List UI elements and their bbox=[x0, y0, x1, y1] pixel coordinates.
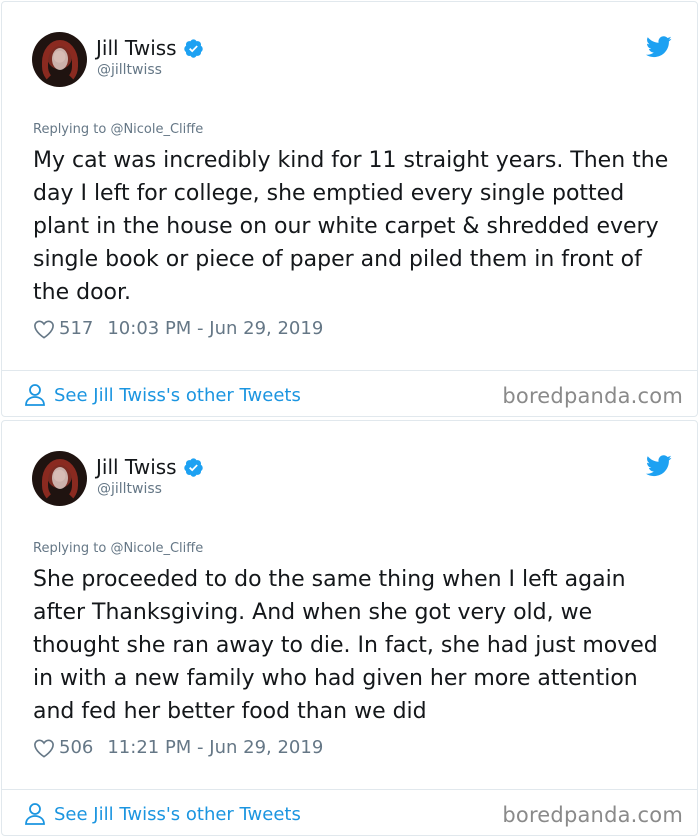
tweet-card: Jill Twiss @jilltwiss Replying to @Nicol… bbox=[1, 420, 698, 836]
replying-prefix: Replying to bbox=[33, 122, 107, 137]
replying-prefix: Replying to bbox=[33, 541, 107, 556]
author-name[interactable]: Jill Twiss bbox=[96, 36, 177, 60]
tweet-meta: 506 11:21 PM - Jun 29, 2019 bbox=[33, 737, 323, 758]
heart-icon[interactable] bbox=[33, 738, 55, 758]
tweet-footer: See Jill Twiss's other Tweets boredpanda… bbox=[2, 789, 697, 835]
verified-badge-icon bbox=[183, 38, 203, 58]
tweet-header: Jill Twiss @jilltwiss bbox=[32, 32, 672, 88]
person-icon bbox=[25, 384, 45, 406]
tweet-text: She proceeded to do the same thing when … bbox=[33, 567, 658, 724]
see-other-tweets-label[interactable]: See Jill Twiss's other Tweets bbox=[54, 804, 301, 825]
avatar[interactable] bbox=[32, 32, 87, 87]
twitter-bird-icon[interactable] bbox=[646, 36, 672, 58]
heart-icon[interactable] bbox=[33, 319, 55, 339]
like-count[interactable]: 517 bbox=[59, 318, 93, 339]
replying-to: Replying to @Nicole_Cliffe bbox=[33, 122, 203, 137]
see-other-tweets-link[interactable]: See Jill Twiss's other Tweets bbox=[24, 383, 301, 407]
author-handle[interactable]: @jilltwiss bbox=[97, 62, 162, 78]
replying-to-handle[interactable]: @Nicole_Cliffe bbox=[110, 541, 203, 556]
verified-badge-icon bbox=[183, 457, 203, 477]
timestamp[interactable]: 10:03 PM - Jun 29, 2019 bbox=[107, 318, 323, 339]
tweet-footer: See Jill Twiss's other Tweets boredpanda… bbox=[2, 370, 697, 416]
timestamp[interactable]: 11:21 PM - Jun 29, 2019 bbox=[107, 737, 323, 758]
watermark: boredpanda.com bbox=[502, 384, 683, 408]
avatar-face bbox=[52, 48, 68, 70]
avatar[interactable] bbox=[32, 451, 87, 506]
see-other-tweets-label[interactable]: See Jill Twiss's other Tweets bbox=[54, 385, 301, 406]
tweet-header: Jill Twiss @jilltwiss bbox=[32, 451, 672, 507]
tweet-text: My cat was incredibly kind for 11 straig… bbox=[33, 148, 669, 305]
author-name[interactable]: Jill Twiss bbox=[96, 455, 177, 479]
author-row: Jill Twiss bbox=[96, 36, 204, 60]
watermark: boredpanda.com bbox=[502, 803, 683, 827]
replying-to: Replying to @Nicole_Cliffe bbox=[33, 541, 203, 556]
avatar-face bbox=[52, 467, 68, 489]
author-handle[interactable]: @jilltwiss bbox=[97, 481, 162, 497]
tweet-card: Jill Twiss @jilltwiss Replying to @Nicol… bbox=[1, 1, 698, 417]
author-row: Jill Twiss bbox=[96, 455, 204, 479]
like-count[interactable]: 506 bbox=[59, 737, 93, 758]
tweet-meta: 517 10:03 PM - Jun 29, 2019 bbox=[33, 318, 323, 339]
see-other-tweets-link[interactable]: See Jill Twiss's other Tweets bbox=[24, 802, 301, 826]
person-icon bbox=[25, 803, 45, 825]
twitter-bird-icon[interactable] bbox=[646, 455, 672, 477]
replying-to-handle[interactable]: @Nicole_Cliffe bbox=[110, 122, 203, 137]
